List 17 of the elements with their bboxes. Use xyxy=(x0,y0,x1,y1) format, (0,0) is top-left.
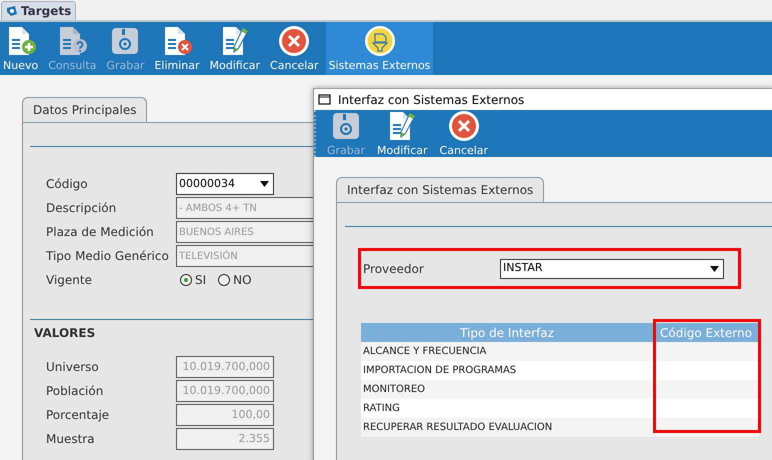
app-tab-title: Targets xyxy=(21,3,72,20)
table-cell-text: MONITOREO xyxy=(362,383,426,397)
field-label: Muestra xyxy=(46,431,96,448)
field-label: Vigente xyxy=(46,272,93,289)
section-heading: VALORES xyxy=(34,325,96,342)
field-label: Población xyxy=(46,383,104,400)
table-cell-text: IMPORTACION DE PROGRAMAS xyxy=(362,364,518,378)
dialog-title: Interfaz con Sistemas Externos xyxy=(338,92,524,108)
field-label: Porcentaje xyxy=(46,407,110,424)
table-cell-text: ALCANCE Y FRECUENCIA xyxy=(362,345,488,359)
table-cell-text: RECUPERAR RESULTADO EVALUACION xyxy=(362,421,554,435)
table-cell-text: RATING xyxy=(362,402,401,416)
field-label: Descripción xyxy=(46,200,118,217)
field-label: Universo xyxy=(46,359,100,376)
field-label: Código xyxy=(46,176,89,193)
field-label: Plaza de Medición xyxy=(46,224,155,241)
field-label: Tipo Medio Genérico xyxy=(46,248,170,265)
